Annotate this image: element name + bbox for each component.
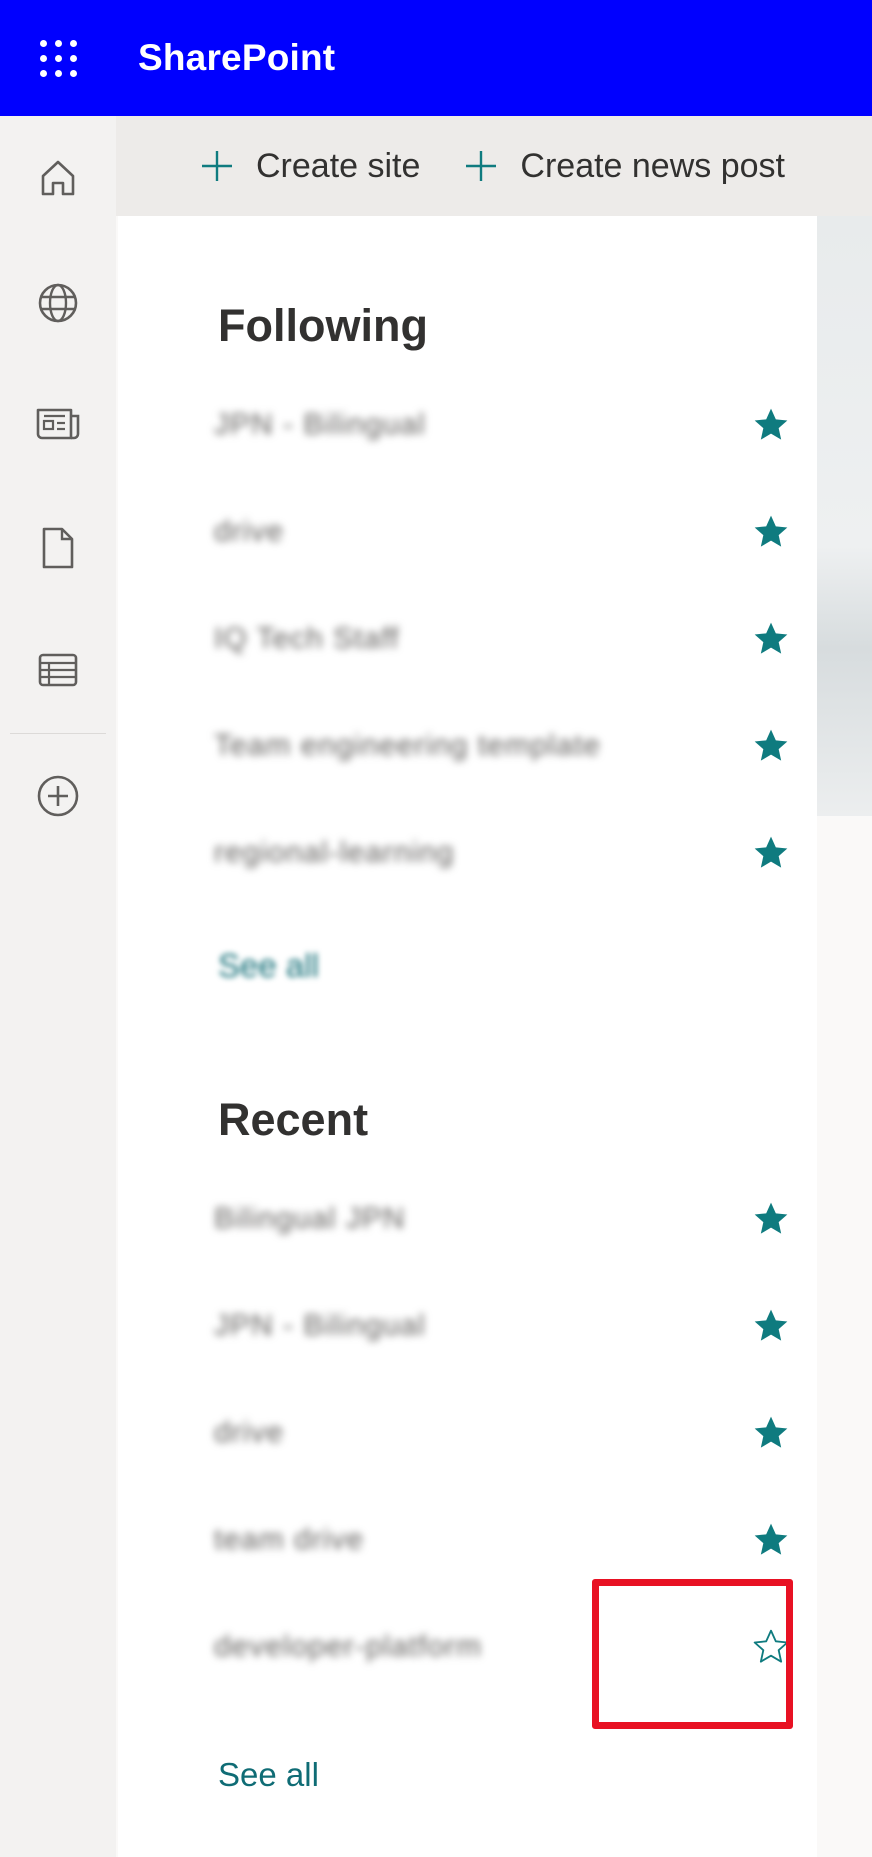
rail-news-button[interactable] <box>0 374 116 474</box>
recent-see-all-link[interactable]: See all <box>218 1756 319 1794</box>
site-name: JPN - Bilingual <box>214 408 426 441</box>
star-outline-icon[interactable] <box>748 1624 794 1670</box>
following-item[interactable]: drive <box>214 492 794 572</box>
star-filled-icon[interactable] <box>748 1196 794 1242</box>
hero-background-image <box>817 216 872 816</box>
suite-bar: SharePoint <box>0 0 872 116</box>
site-name: drive <box>214 515 285 548</box>
site-name: drive <box>214 1416 285 1449</box>
waffle-icon <box>39 39 77 77</box>
list-icon <box>38 653 78 687</box>
home-icon <box>41 160 75 196</box>
star-filled-icon[interactable] <box>748 830 794 876</box>
star-filled-icon[interactable] <box>748 402 794 448</box>
left-rail <box>0 116 116 1857</box>
following-item[interactable]: JPN - Bilingual <box>214 385 794 465</box>
star-filled-icon[interactable] <box>748 509 794 555</box>
site-name: IQ Tech Staff <box>214 622 400 655</box>
star-filled-icon[interactable] <box>748 616 794 662</box>
rail-divider <box>10 733 106 734</box>
recent-item[interactable]: Bilingual JPN <box>214 1179 794 1259</box>
app-title[interactable]: SharePoint <box>138 37 335 79</box>
following-see-all-link[interactable]: See all <box>218 947 319 985</box>
recent-item[interactable]: team drive <box>214 1500 794 1580</box>
recent-item[interactable]: JPN - Bilingual <box>214 1286 794 1366</box>
create-circle-icon <box>37 775 79 817</box>
following-item[interactable]: IQ Tech Staff <box>214 599 794 679</box>
rail-home-button[interactable] <box>0 128 116 228</box>
create-news-post-label: Create news post <box>520 146 785 185</box>
star-filled-icon[interactable] <box>748 1303 794 1349</box>
following-item[interactable]: Team engineering template <box>214 706 794 786</box>
site-name: Team engineering template <box>214 729 601 762</box>
plus-icon <box>464 149 498 183</box>
rail-sites-button[interactable] <box>0 253 116 353</box>
site-name: developer-platform <box>214 1630 483 1663</box>
create-news-post-button[interactable]: Create news post <box>464 147 785 186</box>
globe-icon <box>38 283 78 323</box>
site-name: Bilingual JPN <box>214 1202 406 1235</box>
rail-files-button[interactable] <box>0 498 116 598</box>
site-name: regional-learning <box>214 836 455 869</box>
command-bar: Create site Create news post <box>116 116 872 216</box>
star-filled-icon[interactable] <box>748 1410 794 1456</box>
app-launcher-button[interactable] <box>0 0 116 116</box>
site-name: JPN - Bilingual <box>214 1309 426 1342</box>
news-icon <box>36 408 80 440</box>
sites-panel: Following JPN - Bilingual drive IQ Tech … <box>118 216 817 1857</box>
star-filled-icon[interactable] <box>748 723 794 769</box>
create-site-button[interactable]: Create site <box>200 147 420 186</box>
following-heading: Following <box>218 300 428 351</box>
site-name: team drive <box>214 1523 365 1556</box>
recent-item[interactable]: drive <box>214 1393 794 1473</box>
rail-create-button[interactable] <box>0 746 116 846</box>
plus-icon <box>200 149 234 183</box>
rail-lists-button[interactable] <box>0 620 116 720</box>
recent-heading: Recent <box>218 1094 369 1145</box>
following-item[interactable]: regional-learning <box>214 813 794 893</box>
star-filled-icon[interactable] <box>748 1517 794 1563</box>
recent-item[interactable]: developer-platform <box>214 1607 794 1687</box>
document-icon <box>42 527 74 569</box>
create-site-label: Create site <box>256 146 421 185</box>
